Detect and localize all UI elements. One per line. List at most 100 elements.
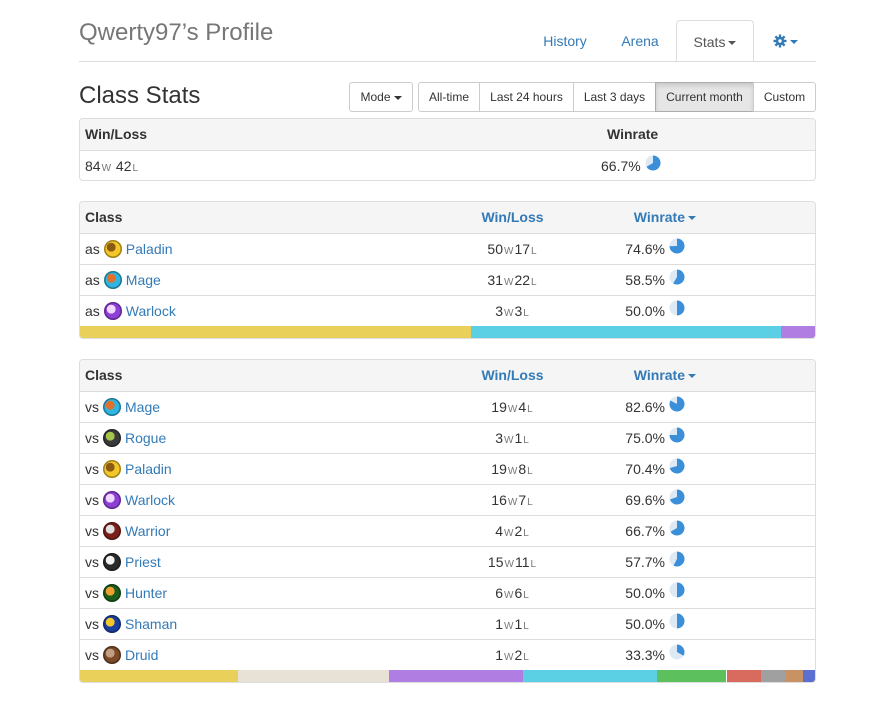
- paladin-icon: [103, 460, 121, 479]
- table-row: vs Priest 15W11L 57.7%: [80, 546, 815, 577]
- tab-arena-label: Arena: [621, 33, 659, 49]
- winrate-pie-icon: [669, 296, 685, 327]
- class-link[interactable]: Paladin: [126, 241, 173, 257]
- druid-icon: [103, 646, 121, 665]
- winrate-pie-svg: [669, 489, 685, 505]
- tab-stats[interactable]: Stats: [676, 20, 754, 62]
- as-table-header: Class Win/Loss Winrate: [80, 202, 815, 233]
- warrior-icon: [103, 522, 121, 541]
- winrate-pie-icon: [669, 454, 685, 485]
- as-class-header: Class: [85, 209, 123, 225]
- class-cell: vs Rogue: [85, 423, 166, 454]
- winrate-cell: 50.0%: [516, 609, 751, 640]
- sort-desc-icon: [688, 216, 696, 221]
- summary-winloss: 84W 42L: [85, 151, 139, 180]
- class-link[interactable]: Rogue: [125, 430, 166, 446]
- winrate-pie-icon: [669, 423, 685, 454]
- winrate-cell: 70.4%: [516, 454, 751, 485]
- winrate-cell: 33.3%: [516, 640, 751, 671]
- winrate-cell: 57.7%: [516, 547, 751, 578]
- distribution-segment-paladin: [80, 670, 238, 682]
- winrate-value: 58.5%: [625, 272, 665, 288]
- filter-custom[interactable]: Custom: [753, 82, 816, 112]
- winrate-cell: 74.6%: [516, 234, 751, 265]
- class-link[interactable]: Mage: [126, 272, 161, 288]
- wins-suffix: W: [503, 621, 514, 632]
- wins-suffix: W: [503, 435, 514, 446]
- distribution-segment-warrior: [726, 670, 762, 682]
- table-row: vs Druid 1W2L 33.3%: [80, 639, 815, 670]
- winrate-pie-svg: [669, 520, 685, 536]
- as-winrate-sort[interactable]: Winrate: [634, 209, 685, 225]
- class-link[interactable]: Priest: [125, 554, 161, 570]
- winrate-cell: 50.0%: [516, 578, 751, 609]
- row-prefix: vs: [85, 585, 99, 601]
- row-prefix: vs: [85, 616, 99, 632]
- winrate-cell: 75.0%: [516, 423, 751, 454]
- row-prefix: vs: [85, 430, 99, 446]
- winrate-cell: 58.5%: [516, 265, 751, 296]
- class-link[interactable]: Druid: [125, 647, 158, 663]
- row-prefix: vs: [85, 523, 99, 539]
- vs-winrate-header[interactable]: Winrate: [516, 360, 751, 391]
- class-link[interactable]: Mage: [125, 399, 160, 415]
- class-cell: vs Druid: [85, 640, 158, 671]
- table-row: as Warlock 3W3L 50.0%: [80, 295, 815, 326]
- winrate-cell: 66.7%: [516, 516, 751, 547]
- as-winrate-header[interactable]: Winrate: [516, 202, 751, 233]
- tab-history-label: History: [543, 33, 587, 49]
- winrate-pie-icon: [669, 392, 685, 423]
- class-cell: vs Warrior: [85, 516, 170, 547]
- filter-last-3-days[interactable]: Last 3 days: [573, 82, 656, 112]
- class-link[interactable]: Hunter: [125, 585, 167, 601]
- summary-losses: 42: [115, 158, 132, 174]
- distribution-segment-warlock: [781, 326, 815, 338]
- distribution-segment-rogue: [761, 670, 787, 682]
- winrate-pie-svg: [669, 644, 685, 660]
- table-row: vs Hunter 6W6L 50.0%: [80, 577, 815, 608]
- class-cell: vs Hunter: [85, 578, 167, 609]
- class-link[interactable]: Shaman: [125, 616, 177, 632]
- wins-value: 1: [495, 647, 503, 663]
- winrate-pie-icon: [669, 609, 685, 640]
- mage-icon: [103, 398, 121, 417]
- filter-all-time[interactable]: All-time: [418, 82, 480, 112]
- wins-value: 6: [495, 585, 503, 601]
- summary-panel: Win/Loss Winrate 84W 42L 66.7%: [79, 118, 816, 181]
- pie-slice: [677, 582, 685, 598]
- tab-arena[interactable]: Arena: [607, 20, 673, 62]
- mage-icon: [103, 271, 122, 290]
- class-link[interactable]: Warrior: [125, 523, 170, 539]
- page: Qwerty97’s Profile History Arena Stats C…: [0, 0, 891, 716]
- class-stats-as-panel: Class Win/Loss Winrate as Paladin 50W17L 74…: [79, 201, 816, 339]
- distribution-segment-warlock: [389, 670, 524, 682]
- wins-suffix: W: [101, 163, 112, 174]
- class-cell: vs Paladin: [85, 454, 172, 485]
- tab-stats-label: Stats: [693, 34, 726, 50]
- pie-slice: [677, 613, 685, 629]
- filter-last-24-hours[interactable]: Last 24 hours: [479, 82, 574, 112]
- distribution-segment-hunter: [656, 670, 727, 682]
- tab-history[interactable]: History: [530, 20, 600, 62]
- table-row: vs Rogue 3W1L 75.0%: [80, 422, 815, 453]
- winrate-pie-svg: [669, 458, 685, 474]
- class-stats-vs-panel: Class Win/Loss Winrate vs Mage 19W4L 82.6% v…: [79, 359, 816, 683]
- summary-winloss-header: Win/Loss: [85, 126, 148, 142]
- row-prefix: vs: [85, 492, 99, 508]
- mode-dropdown-button[interactable]: Mode: [349, 82, 413, 112]
- class-link[interactable]: Paladin: [125, 461, 172, 477]
- winrate-cell: 50.0%: [516, 296, 751, 327]
- filter-label: Last 24 hours: [490, 90, 563, 104]
- tab-settings[interactable]: [760, 20, 810, 62]
- chevron-down-icon: [789, 40, 798, 45]
- distribution-segment-druid: [786, 670, 804, 682]
- class-link[interactable]: Warlock: [125, 492, 175, 508]
- vs-winrate-sort[interactable]: Winrate: [634, 367, 685, 383]
- filter-current-month[interactable]: Current month: [655, 82, 754, 112]
- distribution-segment-paladin: [80, 326, 471, 338]
- wins-value: 3: [495, 430, 503, 446]
- winrate-pie-svg: [669, 551, 685, 567]
- class-cell: vs Priest: [85, 547, 161, 578]
- class-link[interactable]: Warlock: [126, 303, 176, 319]
- winrate-pie-svg: [669, 613, 685, 629]
